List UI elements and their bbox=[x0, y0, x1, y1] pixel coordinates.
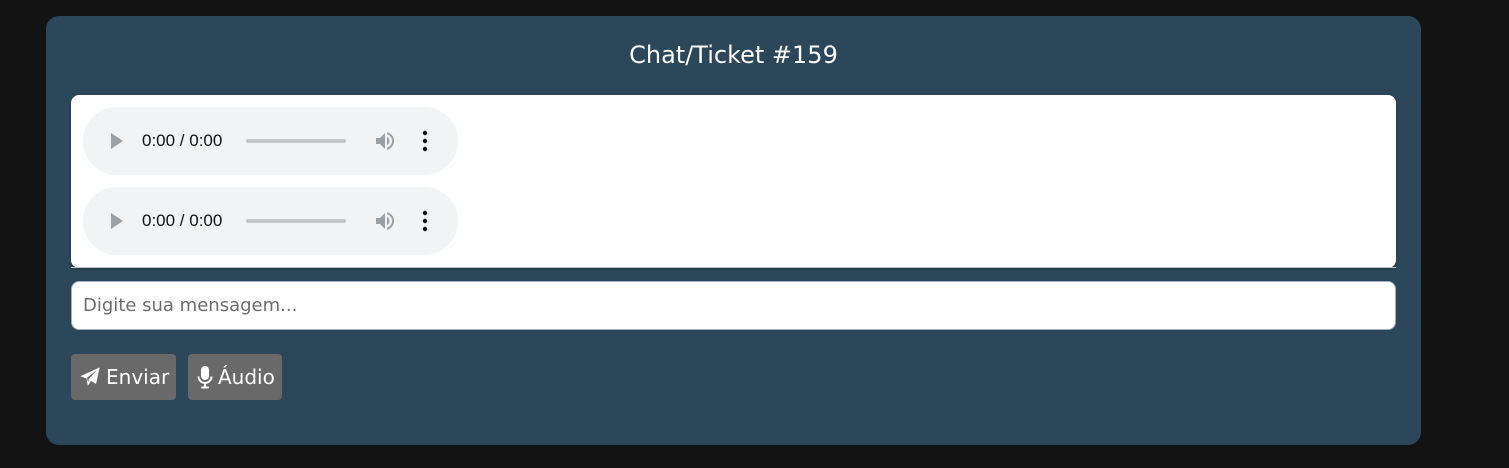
message-input[interactable] bbox=[72, 282, 1395, 329]
more-options-icon[interactable] bbox=[419, 129, 431, 153]
messages-area[interactable]: 0:00 / 0:00 0:00 / 0:00 bbox=[71, 95, 1396, 268]
audio-player[interactable]: 0:00 / 0:00 bbox=[83, 107, 458, 175]
divider bbox=[71, 267, 1396, 268]
audio-button-label: Áudio bbox=[218, 365, 275, 389]
volume-icon[interactable] bbox=[373, 209, 397, 233]
paper-plane-icon bbox=[80, 367, 100, 386]
volume-icon[interactable] bbox=[373, 129, 397, 153]
audio-time: 0:00 / 0:00 bbox=[142, 211, 223, 230]
chat-panel: Chat/Ticket #159 0:00 / 0:00 0:00 / 0:00 bbox=[46, 16, 1421, 445]
message-input-container bbox=[71, 281, 1396, 330]
play-icon[interactable] bbox=[111, 133, 123, 149]
microphone-icon bbox=[197, 366, 213, 389]
send-button[interactable]: Enviar bbox=[71, 354, 176, 400]
audio-time: 0:00 / 0:00 bbox=[142, 131, 223, 150]
audio-player[interactable]: 0:00 / 0:00 bbox=[83, 187, 458, 255]
audio-progress-bar[interactable] bbox=[246, 139, 346, 143]
more-options-icon[interactable] bbox=[419, 209, 431, 233]
play-icon[interactable] bbox=[111, 213, 123, 229]
page-title: Chat/Ticket #159 bbox=[629, 41, 838, 69]
audio-record-button[interactable]: Áudio bbox=[188, 354, 282, 400]
audio-progress-bar[interactable] bbox=[246, 219, 346, 223]
send-button-label: Enviar bbox=[106, 365, 170, 389]
